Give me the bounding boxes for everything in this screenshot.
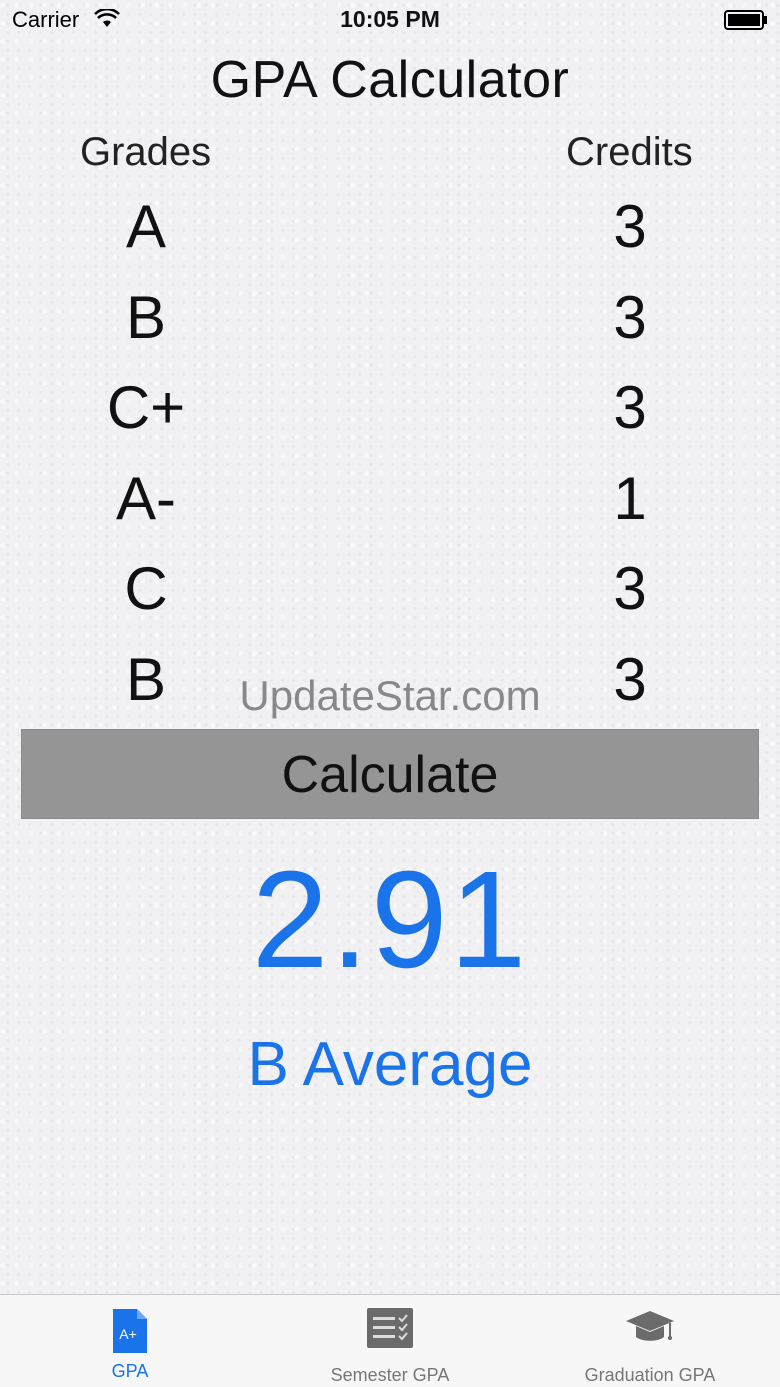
- grade-field[interactable]: A-: [46, 454, 246, 544]
- course-row: A 3: [0, 182, 780, 273]
- course-row: B 3: [0, 273, 780, 364]
- gpa-result: 2.91: [251, 843, 529, 997]
- credits-header: Credits: [566, 130, 693, 174]
- calculate-button[interactable]: Calculate: [21, 729, 759, 819]
- credits-field[interactable]: 3: [530, 363, 730, 453]
- credits-field[interactable]: 1: [530, 454, 730, 544]
- tab-graduation-gpa-label: Graduation GPA: [584, 1365, 716, 1385]
- grade-field[interactable]: C+: [46, 363, 246, 453]
- tab-gpa[interactable]: A+ GPA: [60, 1295, 200, 1387]
- credits-field[interactable]: 3: [530, 544, 730, 634]
- credits-field[interactable]: 3: [530, 273, 730, 363]
- course-row: B 3: [0, 635, 780, 726]
- credits-field[interactable]: 3: [530, 635, 730, 725]
- grade-field[interactable]: B: [46, 273, 246, 363]
- page-title: GPA Calculator: [210, 51, 570, 109]
- credits-field[interactable]: 3: [530, 182, 730, 272]
- tab-bar: A+ GPA Semester GPA Graduation GPA: [0, 1294, 780, 1387]
- course-row: C 3: [0, 544, 780, 635]
- tab-gpa-label: GPA: [111, 1361, 149, 1381]
- gpa-average-label: B Average: [247, 1030, 533, 1099]
- tab-semester-gpa-label: Semester GPA: [330, 1365, 450, 1385]
- course-row: C+ 3: [0, 363, 780, 454]
- course-row: A- 1: [0, 454, 780, 545]
- grades-header: Grades: [80, 130, 212, 174]
- status-time: 10:05 PM: [340, 6, 440, 32]
- gpa-document-icon: A+: [113, 1309, 147, 1353]
- battery-icon: [724, 10, 767, 30]
- grade-field[interactable]: C: [46, 544, 246, 634]
- svg-text:A+: A+: [119, 1326, 137, 1342]
- tab-graduation-gpa[interactable]: Graduation GPA: [560, 1295, 740, 1387]
- grade-field[interactable]: A: [46, 182, 246, 272]
- status-bar: Carrier 10:05 PM: [0, 0, 780, 40]
- tab-semester-gpa[interactable]: Semester GPA: [300, 1295, 480, 1387]
- grade-field[interactable]: B: [46, 635, 246, 725]
- checklist-icon: [367, 1308, 413, 1348]
- graduation-cap-icon: [626, 1311, 674, 1341]
- course-list: A 3 B 3 C+ 3 A- 1 C 3 B 3: [0, 182, 780, 725]
